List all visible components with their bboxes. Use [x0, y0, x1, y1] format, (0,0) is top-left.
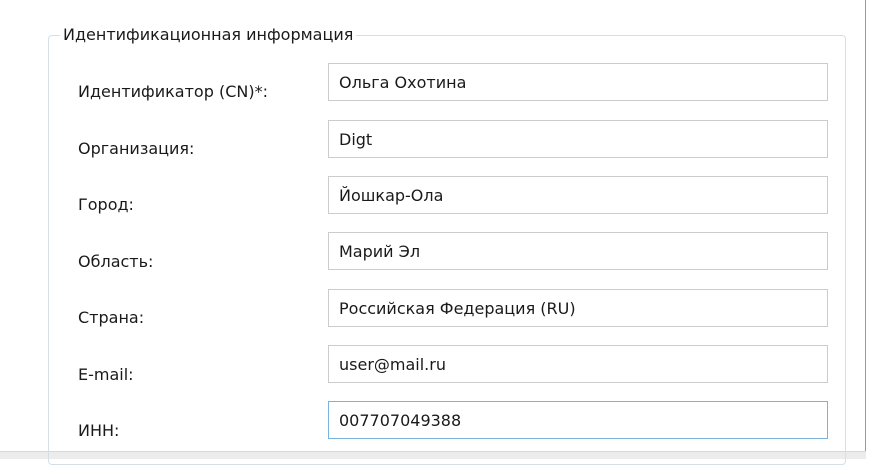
inn-label: ИНН: [78, 421, 120, 440]
inn-field[interactable] [328, 401, 828, 439]
email-label: E-mail: [78, 365, 134, 384]
cn-label: Идентификатор (CN)*: [78, 82, 268, 101]
groupbox-title: Идентификационная информация [60, 24, 357, 46]
organization-field[interactable] [328, 120, 828, 158]
city-field[interactable] [328, 176, 828, 214]
email-field[interactable] [328, 345, 828, 383]
region-field[interactable] [328, 232, 828, 270]
region-label: Область: [78, 252, 154, 271]
city-label: Город: [78, 195, 134, 214]
organization-label: Организация: [78, 139, 195, 158]
cn-field[interactable] [328, 63, 828, 101]
country-field[interactable] [328, 289, 828, 327]
country-label: Страна: [78, 308, 145, 327]
